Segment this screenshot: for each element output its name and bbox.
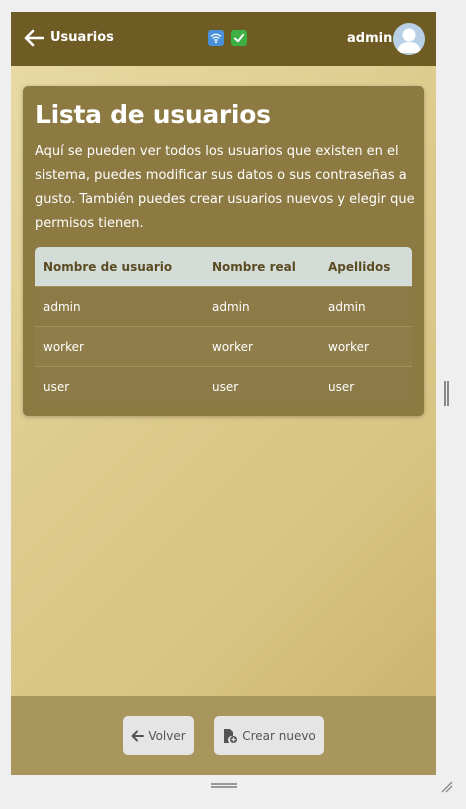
- bottom-resize-handle[interactable]: [211, 783, 237, 788]
- arrow-left-icon: [131, 730, 145, 741]
- users-table: Nombre de usuario Nombre real Apellidos …: [35, 247, 412, 405]
- back-button-label: Volver: [148, 728, 186, 743]
- status-icons: [208, 30, 247, 46]
- file-add-icon: [224, 728, 238, 743]
- table-header: Nombre de usuario Nombre real Apellidos: [35, 247, 412, 286]
- header-realname: Nombre real: [212, 259, 296, 274]
- table-body: admin admin admin worker worker worker u…: [35, 286, 412, 405]
- wifi-icon: [208, 30, 224, 46]
- cell-lastname: admin: [328, 299, 366, 314]
- top-bar: Usuarios admin: [11, 12, 436, 66]
- back-button[interactable]: Volver: [123, 716, 194, 755]
- page-title: Usuarios: [50, 30, 114, 45]
- cell-username: worker: [43, 339, 84, 354]
- create-user-button[interactable]: Crear nuevo: [214, 716, 324, 755]
- create-user-label: Crear nuevo: [242, 728, 316, 743]
- side-resize-handle[interactable]: [444, 381, 449, 406]
- cell-realname: admin: [212, 299, 250, 314]
- table-row[interactable]: worker worker worker: [35, 326, 412, 366]
- footer-bar: Volver Crear nuevo: [11, 696, 436, 775]
- cell-realname: worker: [212, 339, 253, 354]
- cell-lastname: worker: [328, 339, 369, 354]
- cell-realname: user: [212, 379, 239, 394]
- resize-grip-icon[interactable]: [440, 779, 454, 793]
- back-arrow-icon[interactable]: [23, 26, 45, 50]
- cell-username: admin: [43, 299, 81, 314]
- cell-lastname: user: [328, 379, 355, 394]
- user-avatar-icon[interactable]: [393, 23, 425, 55]
- users-card: Lista de usuarios Aquí se pueden ver tod…: [23, 86, 424, 416]
- header-lastname: Apellidos: [328, 259, 391, 274]
- table-row[interactable]: admin admin admin: [35, 286, 412, 326]
- current-username: admin: [347, 31, 393, 46]
- header-username: Nombre de usuario: [43, 259, 173, 274]
- card-title: Lista de usuarios: [35, 100, 271, 129]
- check-icon: [231, 30, 247, 46]
- app-frame: Usuarios admin Lista de usuarios Aquí se…: [11, 12, 436, 775]
- card-description: Aquí se pueden ver todos los usuarios qu…: [35, 144, 415, 231]
- cell-username: user: [43, 379, 70, 394]
- table-row[interactable]: user user user: [35, 366, 412, 405]
